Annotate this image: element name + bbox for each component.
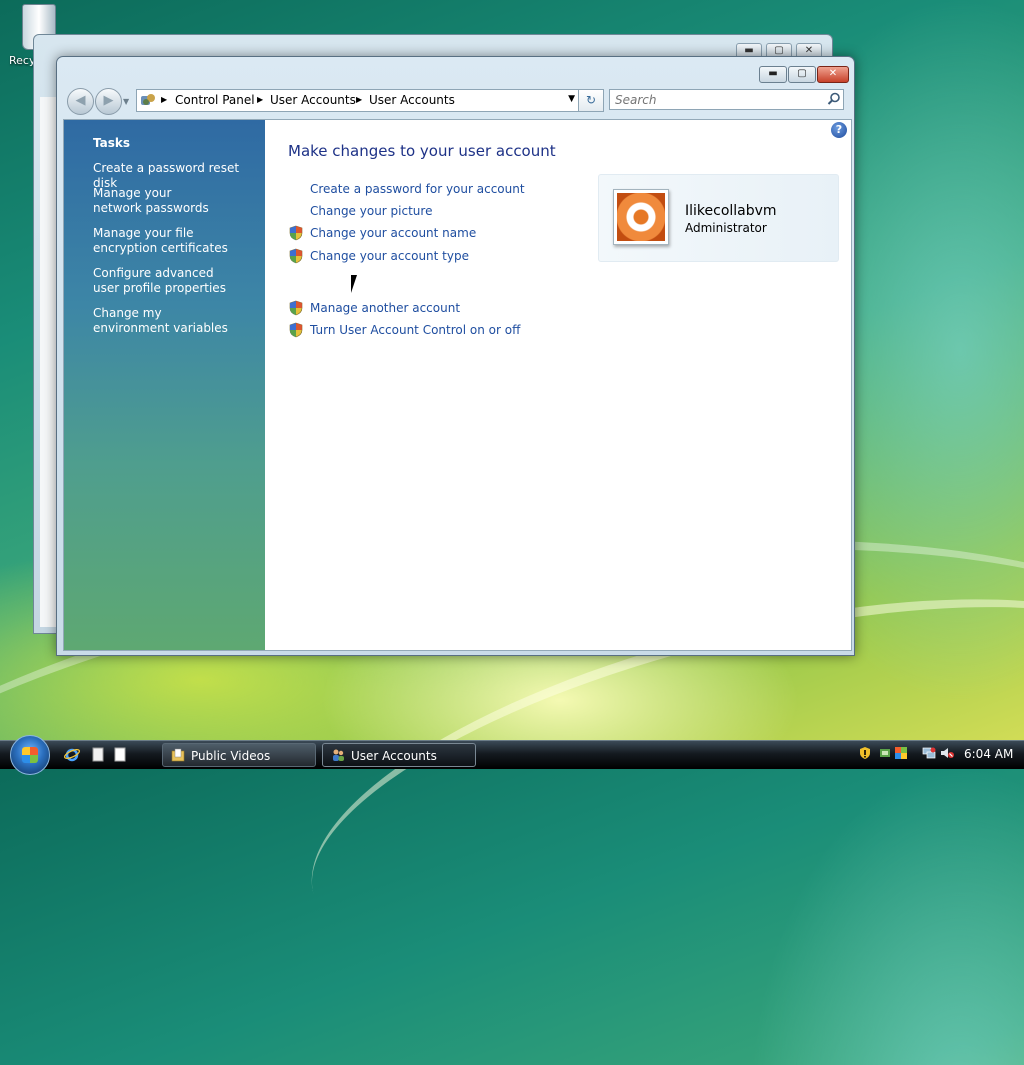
task-configure-advanced-profile[interactable]: Configure advanced user profile properti… xyxy=(93,266,238,296)
taskbar-button-public-videos[interactable]: Public Videos xyxy=(162,743,316,767)
avatar[interactable] xyxy=(613,189,669,245)
taskbar: Public Videos User Accounts 6:04 AM xyxy=(0,735,1024,775)
folder-icon xyxy=(171,748,185,762)
flower-picture-icon xyxy=(617,193,665,241)
breadcrumb-control-panel[interactable]: Control Panel xyxy=(175,93,255,107)
volume-muted-icon[interactable] xyxy=(940,746,954,760)
user-role: Administrator xyxy=(685,221,767,235)
back-button[interactable]: ◀ xyxy=(67,88,94,115)
search-input[interactable] xyxy=(609,89,844,110)
control-panel-icon xyxy=(141,94,155,105)
link-create-password[interactable]: Create a password for your account xyxy=(310,182,525,196)
link-change-picture[interactable]: Change your picture xyxy=(310,204,432,218)
user-account-card: Ilikecollabvm Administrator xyxy=(598,174,839,262)
task-change-environment-variables[interactable]: Change my environment variables xyxy=(93,306,233,336)
forward-button[interactable]: ▶ xyxy=(95,88,122,115)
taskbar-button-label: User Accounts xyxy=(351,749,437,763)
minimize-button[interactable]: ▬ xyxy=(759,66,787,83)
show-desktop-icon[interactable] xyxy=(90,746,106,762)
breadcrumb-user-accounts[interactable]: User Accounts xyxy=(270,93,356,107)
uac-shield-icon xyxy=(289,225,303,241)
content-area: Tasks Create a password reset disk Manag… xyxy=(63,119,852,651)
tasks-title: Tasks xyxy=(93,136,131,150)
link-turn-uac-on-off[interactable]: Turn User Account Control on or off xyxy=(310,323,520,337)
taskbar-button-user-accounts[interactable]: User Accounts xyxy=(322,743,476,767)
start-button[interactable] xyxy=(10,735,50,775)
link-change-account-name[interactable]: Change your account name xyxy=(310,226,476,240)
main-pane: ? Make changes to your user account Crea… xyxy=(265,120,851,650)
clock[interactable]: 6:04 AM xyxy=(964,747,1013,761)
close-button[interactable]: ✕ xyxy=(817,66,849,83)
users-icon xyxy=(333,749,344,761)
user-name: Ilikecollabvm xyxy=(685,203,777,219)
internet-explorer-icon[interactable] xyxy=(64,746,80,762)
recycle-bin-label: Recy xyxy=(9,54,36,67)
recent-pages-dropdown[interactable]: ▼ xyxy=(123,97,129,106)
uac-shield-icon xyxy=(289,248,303,264)
breadcrumb-user-accounts-current[interactable]: User Accounts xyxy=(369,93,455,107)
maximize-button[interactable]: ▢ xyxy=(788,66,816,83)
breadcrumb-separator[interactable]: ▶ xyxy=(161,95,167,104)
windows-flag-tray-icon[interactable] xyxy=(894,746,908,760)
taskbar-button-label: Public Videos xyxy=(191,749,271,763)
windows-logo-icon xyxy=(22,747,38,763)
search-icon[interactable] xyxy=(827,92,841,106)
security-alert-shield-icon[interactable] xyxy=(858,746,872,760)
page-title: Make changes to your user account xyxy=(288,142,556,160)
address-bar[interactable]: ▶ Control Panel ▶ User Accounts ▶ User A… xyxy=(136,89,604,112)
windows-defender-icon[interactable] xyxy=(878,746,892,760)
user-accounts-window: ▬ ▢ ✕ ◀ ▶ ▼ ▶ Control Panel ▶ User Accou… xyxy=(56,56,855,656)
task-manage-file-encryption-certificates[interactable]: Manage your file encryption certificates xyxy=(93,226,248,256)
help-icon[interactable]: ? xyxy=(831,122,847,138)
breadcrumb-separator[interactable]: ▶ xyxy=(356,95,362,104)
network-icon[interactable] xyxy=(922,746,936,760)
link-manage-another-account[interactable]: Manage another account xyxy=(310,301,460,315)
tasks-pane: Tasks Create a password reset disk Manag… xyxy=(64,120,265,650)
uac-shield-icon xyxy=(289,322,303,338)
breadcrumb-separator[interactable]: ▶ xyxy=(257,95,263,104)
uac-shield-icon xyxy=(289,300,303,316)
refresh-button[interactable]: ↻ xyxy=(578,89,604,112)
switch-windows-icon[interactable] xyxy=(112,746,128,762)
address-dropdown[interactable]: ▼ xyxy=(568,94,575,104)
task-manage-network-passwords[interactable]: Manage your network passwords xyxy=(93,186,223,216)
link-change-account-type[interactable]: Change your account type xyxy=(310,249,469,263)
mouse-pointer-icon xyxy=(351,275,357,293)
